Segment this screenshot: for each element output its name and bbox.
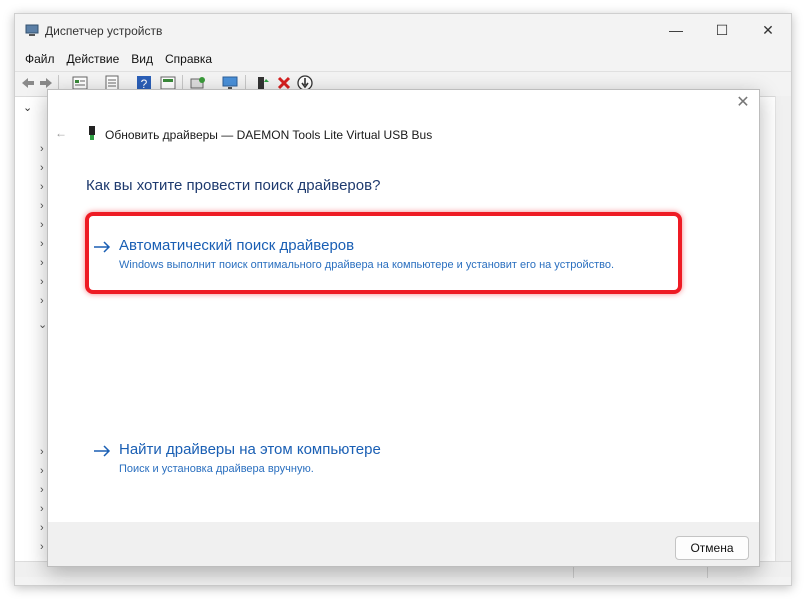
auto-search-option[interactable]: Автоматический поиск драйверов Windows в… — [93, 237, 683, 277]
tree-collapse-icon[interactable]: › — [40, 295, 44, 307]
auto-search-description: Windows выполнит поиск оптимального драй… — [119, 259, 615, 271]
tree-root-expander[interactable]: ⌄ — [23, 101, 32, 114]
tree-collapse-icon[interactable]: › — [40, 465, 44, 477]
dialog-title: Обновить драйверы — DAEMON Tools Lite Vi… — [105, 128, 433, 142]
usb-device-icon — [89, 126, 95, 140]
tree-collapse-icon[interactable]: › — [40, 181, 44, 193]
dialog-question: Как вы хотите провести поиск драйверов? — [86, 177, 381, 194]
menu-help[interactable]: Справка — [159, 49, 218, 69]
vertical-scrollbar[interactable] — [775, 96, 791, 563]
tree-expand-icon[interactable]: ⌄ — [38, 318, 47, 331]
cancel-button[interactable]: Отмена — [675, 536, 749, 560]
tree-collapse-icon[interactable]: › — [40, 484, 44, 496]
tree-collapse-icon[interactable]: › — [40, 446, 44, 458]
tree-collapse-icon[interactable]: › — [40, 503, 44, 515]
manual-search-description: Поиск и установка драйвера вручную. — [119, 463, 314, 475]
auto-search-title[interactable]: Автоматический поиск драйверов — [119, 237, 354, 254]
maximize-button[interactable]: ☐ — [699, 14, 745, 46]
dialog-close-button[interactable]: ✕ — [736, 95, 750, 111]
menu-view[interactable]: Вид — [125, 49, 159, 69]
tree-collapse-icon[interactable]: › — [40, 238, 44, 250]
tree-collapse-icon[interactable]: › — [40, 541, 44, 553]
tree-collapse-icon[interactable]: › — [40, 522, 44, 534]
titlebar: Диспетчер устройств — ☐ ✕ — [15, 14, 791, 46]
close-button[interactable]: ✕ — [745, 14, 791, 46]
arrow-right-icon — [94, 445, 111, 457]
back-icon[interactable] — [19, 74, 37, 92]
back-arrow-icon[interactable]: ← — [55, 126, 69, 140]
window-title: Диспетчер устройств — [45, 24, 163, 38]
tree-collapse-icon[interactable]: › — [40, 219, 44, 231]
menu-bar: Файл Действие Вид Справка — [15, 49, 218, 69]
manual-search-option[interactable]: Найти драйверы на этом компьютере Поиск … — [93, 441, 683, 481]
tree-collapse-icon[interactable]: › — [40, 200, 44, 212]
dialog-body: ✕ ← Обновить драйверы — DAEMON Tools Lit… — [48, 90, 759, 522]
tree-collapse-icon[interactable]: › — [40, 162, 44, 174]
update-drivers-dialog: ✕ ← Обновить драйверы — DAEMON Tools Lit… — [47, 89, 760, 567]
menu-file[interactable]: Файл — [19, 49, 61, 69]
minimize-button[interactable]: — — [653, 14, 699, 46]
tree-collapse-icon[interactable]: › — [40, 143, 44, 155]
menu-action[interactable]: Действие — [61, 49, 126, 69]
tree-collapse-icon[interactable]: › — [40, 276, 44, 288]
device-manager-app-icon — [25, 24, 39, 36]
manual-search-title[interactable]: Найти драйверы на этом компьютере — [119, 441, 381, 458]
tree-collapse-icon[interactable]: › — [40, 257, 44, 269]
arrow-right-icon — [94, 241, 111, 253]
